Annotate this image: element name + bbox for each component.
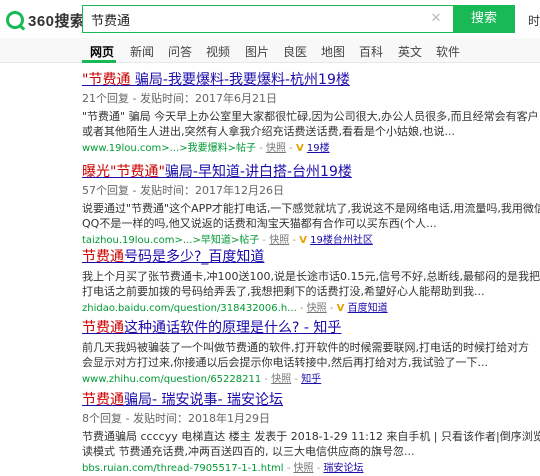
snapshot-link[interactable]: 快照 [271,374,291,385]
result-url[interactable]: taizhou.19lou.com>...>早知道>帖子 [82,235,259,246]
snapshot-link[interactable]: 快照 [269,235,289,246]
result-title-text: 骗局-我要爆料-我要爆料-杭州19楼 [134,72,350,88]
result-snippet-line: 读模式 节费通充话费,冲两百送四百的, 以三大电信供应商的旗号忽... [82,445,415,458]
tab-images[interactable]: 图片 [245,43,269,60]
result-title-text: 骗局-早知道-讲白搭-台州19楼 [164,164,352,180]
logo[interactable]: 360搜索 [6,9,86,31]
result-snippet-line: "节费通" 骗局 今天早上办公室里大家都很忙碌,因为公司很大,办公人员很多,而且… [82,110,539,123]
result-url[interactable]: zhidao.baidu.com/question/318432006.h... [82,303,297,314]
header: 360搜索 ✕ 搜索 时 [0,0,540,38]
result-title-link[interactable]: 曝光"节费通"骗局-早知道-讲白搭-台州19楼 [82,163,540,181]
result-url[interactable]: www.19lou.com>...>我要爆料>帖子 [82,143,256,154]
tab-doctor[interactable]: 良医 [283,43,307,60]
result-source-link[interactable]: 百度知道 [348,303,388,314]
result-url-row: www.19lou.com>...>我要爆料>帖子 - 快照 - V 19楼 [82,143,330,154]
logo-text: 360搜索 [28,12,86,30]
result-title-highlight: 节费通 [82,392,124,408]
result-url-row: bbs.ruian.com/thread-7905517-1-1.html - … [82,463,364,474]
result-title-highlight: 节费通 [82,249,124,265]
result-snippet-line: 或者其他陌生人进出,突然有人拿我介绍充话费送话费,看看是个小姑娘,也说... [82,125,455,138]
snapshot-link[interactable]: 快照 [307,303,327,314]
result-title-text: 这种通话软件的原理是什么? - 知乎 [124,320,342,336]
tab-news[interactable]: 新闻 [130,43,154,60]
search-button[interactable]: 搜索 [453,5,515,33]
result-item: 节费通号码是多少?_百度知道 我上个月买了张节费通卡,冲100送100,说是长途… [82,248,540,316]
verified-badge-icon: V [299,235,307,246]
result-url-row: zhidao.baidu.com/question/318432006.h...… [82,303,388,314]
result-snippet-line: 节费通骗局 ccccyy 电梯直达 楼主 发表于 2018-1-29 11:12… [82,430,540,443]
active-tab-indicator [82,60,116,63]
result-title-link[interactable]: "节费通 骗局-我要爆料-我要爆料-杭州19楼 [82,71,539,89]
result-meta: 57个回复 - 发贴时间：2017年12月26日 [82,184,284,197]
tab-qa[interactable]: 问答 [168,43,192,60]
result-source-link[interactable]: 瑞安论坛 [323,463,363,474]
result-title-text: 骗局- 瑞安说事- 瑞安论坛 [124,392,284,408]
result-snippet-line: 我上个月买了张节费通卡,冲100送100,说是长途市话0.15元,信号不好,总断… [82,270,540,283]
result-title-highlight: "节费通 [82,72,135,88]
result-item: 节费通这种通话软件的原理是什么? - 知乎 前几天我妈被骗装了一个叫做节费通的软… [82,319,529,387]
verified-badge-icon: V [336,303,345,314]
result-item: "节费通 骗局-我要爆料-我要爆料-杭州19楼 21个回复 - 发贴时间：201… [82,71,539,156]
result-meta: 21个回复 - 发贴时间：2017年6月21日 [82,92,277,105]
logo-circle-icon [6,11,24,29]
nav-tabs: 网页 新闻 问答 视频 图片 良医 地图 百科 英文 软件 [0,38,540,63]
result-title-link[interactable]: 节费通骗局- 瑞安说事- 瑞安论坛 [82,391,540,409]
result-snippet-line: QQ不是一样的吗,他又说返的话费和淘宝天猫都有合作可以买东西(个人... [82,217,437,230]
result-meta: 8个回复 - 发贴时间：2018年1月29日 [82,412,270,425]
clear-icon[interactable]: ✕ [429,12,443,26]
tab-web[interactable]: 网页 [90,43,114,60]
result-url[interactable]: bbs.ruian.com/thread-7905517-1-1.html [82,463,284,474]
result-snippet-line: 前几天我妈被骗装了一个叫做节费通的软件,打开软件的时候需要联网,打电话的时候打给… [82,341,529,354]
result-title-link[interactable]: 节费通这种通话软件的原理是什么? - 知乎 [82,319,529,337]
search-box[interactable]: ✕ [82,5,454,33]
verified-badge-icon: V [295,143,304,154]
result-url[interactable]: www.zhihu.com/question/65228211 [82,374,261,385]
result-title-text: 号码是多少?_百度知道 [124,249,265,265]
result-snippet-line: 会显示对方打过来,你接通以后会提示你电话转接中,然后再打给对方,我试验了一下..… [82,356,488,369]
result-title-link[interactable]: 节费通号码是多少?_百度知道 [82,248,540,266]
result-snippet-line: 说要通过"节费通"这个APP才能打电话,一下感觉就坑了,我说这不是网络电话,用流… [82,202,540,215]
result-title-highlight: 节费通 [82,320,124,336]
result-snippet-line: 打电话之前要加拨的号码给弄丢了,我想把剩下的话费打没,希望好心人能帮助到我... [82,285,485,298]
result-source-link[interactable]: 知乎 [301,374,321,385]
result-title-highlight: 曝光"节费通" [82,164,165,180]
snapshot-link[interactable]: 快照 [266,143,286,154]
tab-video[interactable]: 视频 [206,43,230,60]
tab-software[interactable]: 软件 [436,43,460,60]
search-input[interactable] [91,10,421,28]
result-url-row: www.zhihu.com/question/65228211 - 快照 - 知… [82,374,322,385]
header-right-link[interactable]: 时 [528,12,540,29]
snapshot-link[interactable]: 快照 [294,463,314,474]
result-source-link[interactable]: 19楼台州社区 [310,235,373,246]
result-source-link[interactable]: 19楼 [307,143,330,154]
result-item: 曝光"节费通"骗局-早知道-讲白搭-台州19楼 57个回复 - 发贴时间：201… [82,163,540,248]
result-url-row: taizhou.19lou.com>...>早知道>帖子 - 快照 - V 19… [82,235,373,246]
tab-baike[interactable]: 百科 [359,43,383,60]
tab-maps[interactable]: 地图 [321,43,345,60]
result-item: 节费通骗局- 瑞安说事- 瑞安论坛 8个回复 - 发贴时间：2018年1月29日… [82,391,540,476]
tab-english[interactable]: 英文 [398,43,422,60]
